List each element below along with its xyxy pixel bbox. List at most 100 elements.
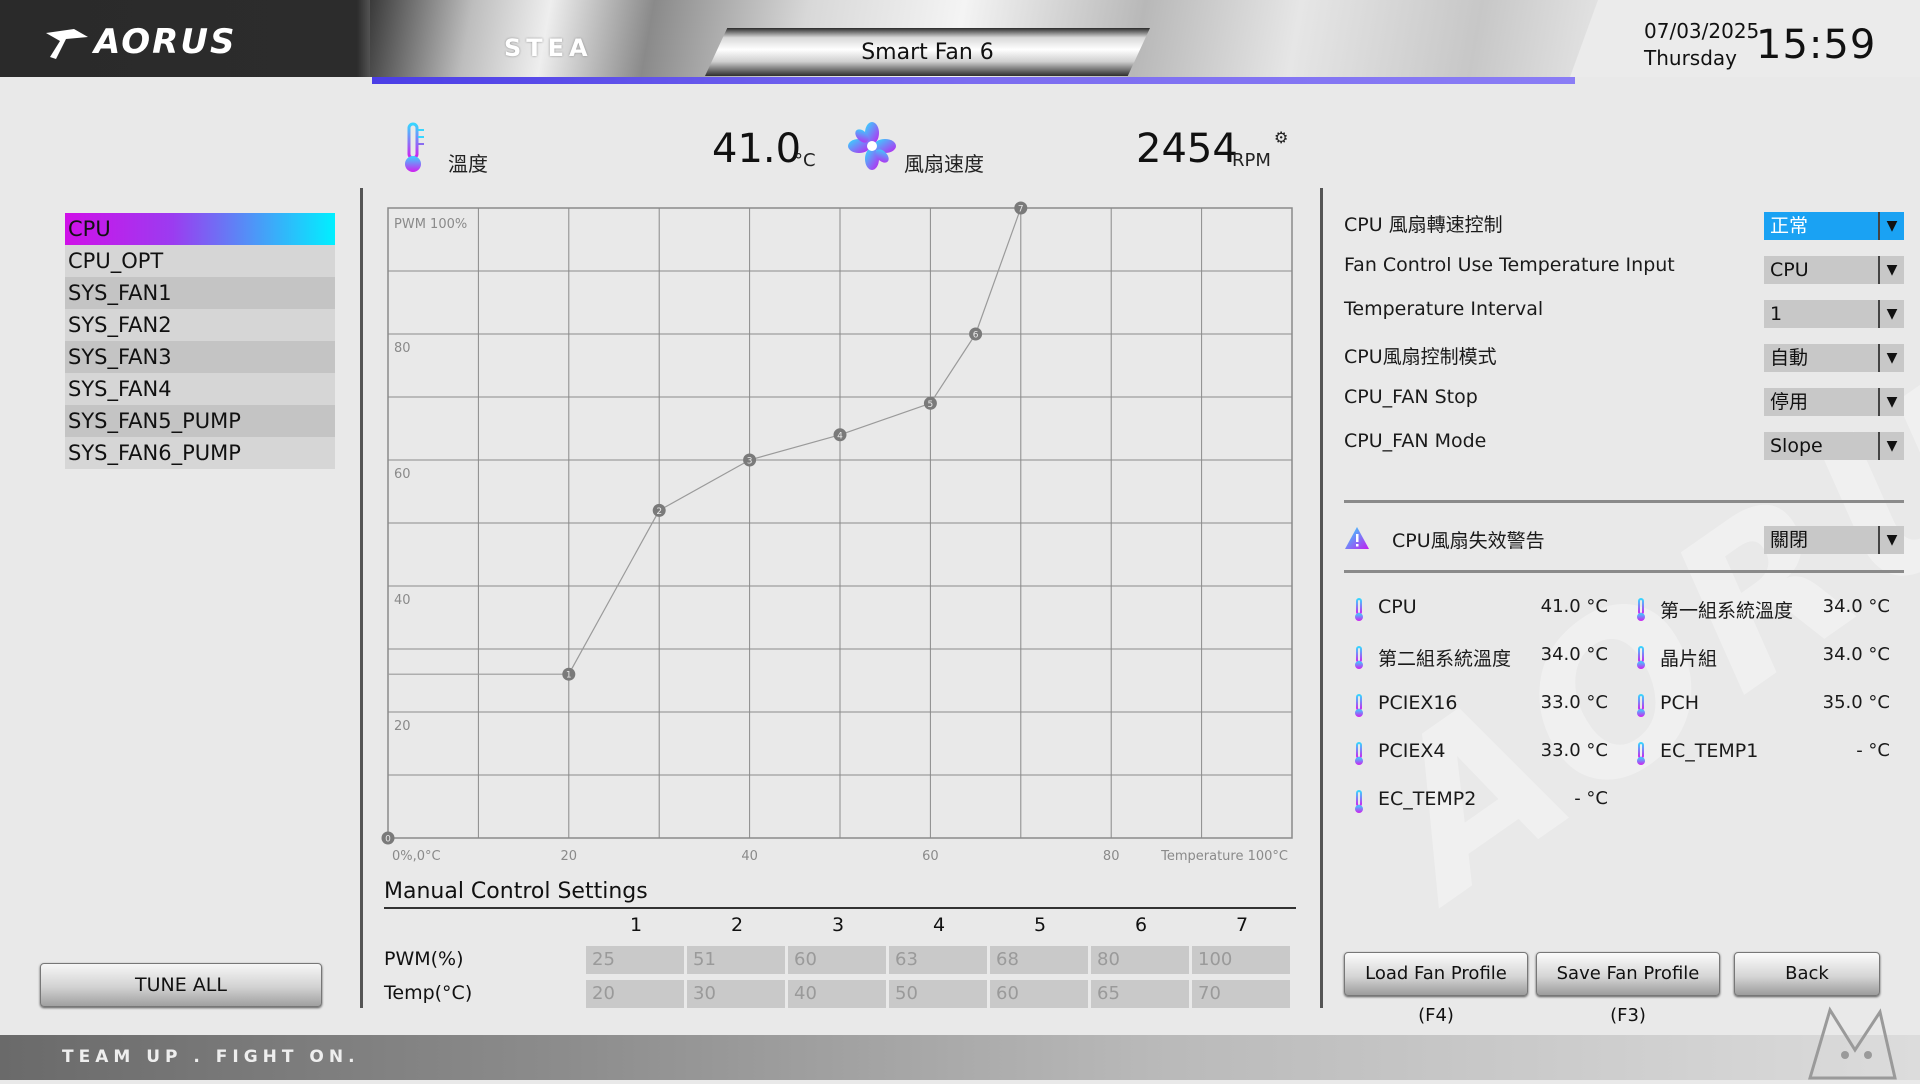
tab-title: Smart Fan 6 xyxy=(861,40,994,65)
temp-input[interactable]: 50 xyxy=(889,980,987,1008)
save-fan-profile-button[interactable]: Save Fan Profile (F3) xyxy=(1536,952,1720,1026)
temp-input[interactable]: 20 xyxy=(586,980,684,1008)
thermometer-icon xyxy=(1634,598,1648,626)
footer-slogan: TEAM UP . FIGHT ON. xyxy=(62,1047,360,1067)
fan-list-item[interactable]: SYS_FAN3 xyxy=(65,341,335,373)
column-header: 1 xyxy=(629,914,643,936)
tune-all-button[interactable]: TUNE ALL xyxy=(40,963,322,1007)
thermometer-icon xyxy=(398,122,428,178)
setting-value: Slope xyxy=(1770,435,1823,457)
temp-sensor-value: 35.0 °C xyxy=(1822,692,1890,713)
fan-curve-chart[interactable]: 0 1 2 3 4 5 6 7 20 40 60 80 PWM 100% 20 40 60 80 0%,0°C T… xyxy=(380,200,1300,870)
temp-sensor-name: PCIEX4 xyxy=(1378,740,1446,762)
chevron-down-icon: ▼ xyxy=(1878,526,1904,554)
temp-sensor-name: 晶片組 xyxy=(1660,648,1718,670)
setting-dropdown[interactable]: CPU ▼ xyxy=(1764,256,1904,284)
aorus-logo: AORUS xyxy=(44,22,236,62)
y-tick-label: 60 xyxy=(394,467,411,482)
pwm-input[interactable]: 100 xyxy=(1192,946,1290,974)
load-fan-profile-button[interactable]: Load Fan Profile (F4) xyxy=(1344,952,1528,1026)
header-accent-bar xyxy=(372,77,1575,84)
temp-input[interactable]: 40 xyxy=(788,980,886,1008)
fan-list-item[interactable]: SYS_FAN1 xyxy=(65,277,335,309)
fan-list: CPU CPU_OPT SYS_FAN1 SYS_FAN2 SYS_FAN3 SYS_FA… xyxy=(65,213,335,469)
back-button[interactable]: Back xyxy=(1734,952,1880,996)
eagle-icon xyxy=(46,28,88,59)
x-axis-label: Temperature 100°C xyxy=(1160,849,1288,864)
clock: 15:59 xyxy=(1756,22,1877,68)
setting-dropdown[interactable]: 正常 ▼ xyxy=(1764,212,1904,240)
x-tick-label: 20 xyxy=(561,849,578,864)
temp-input[interactable]: 70 xyxy=(1192,980,1290,1008)
setting-value: 1 xyxy=(1770,303,1783,325)
date-text: 07/03/2025 xyxy=(1644,19,1760,43)
chevron-down-icon: ▼ xyxy=(1878,432,1904,460)
column-header: 3 xyxy=(831,914,845,936)
thermometer-icon xyxy=(1352,790,1366,818)
fan-speed-label: 風扇速度 xyxy=(904,152,984,176)
fan-list-item[interactable]: CPU_OPT xyxy=(65,245,335,277)
pwm-input[interactable]: 68 xyxy=(990,946,1088,974)
fan-list-item[interactable]: SYS_FAN6_PUMP xyxy=(65,437,335,469)
setting-dropdown[interactable]: 自動 ▼ xyxy=(1764,344,1904,372)
temp-input[interactable]: 30 xyxy=(687,980,785,1008)
y-tick-label: 40 xyxy=(394,593,411,608)
origin-label: 0%,0°C xyxy=(392,849,441,864)
curve-point-label: 3 xyxy=(747,457,753,467)
y-axis-label: PWM 100% xyxy=(394,217,467,232)
temp-sensor-name: EC_TEMP1 xyxy=(1660,740,1759,762)
temp-sensor-name: EC_TEMP2 xyxy=(1378,788,1477,810)
fan-list-item[interactable]: SYS_FAN2 xyxy=(65,309,335,341)
thermometer-icon xyxy=(1634,742,1648,770)
logo-text: AORUS xyxy=(94,22,237,62)
setting-dropdown[interactable]: 1 ▼ xyxy=(1764,300,1904,328)
temp-input[interactable]: 60 xyxy=(990,980,1088,1008)
chevron-down-icon: ▼ xyxy=(1878,300,1904,328)
y-tick-label: 80 xyxy=(394,341,411,356)
pwm-row-label: PWM(%) xyxy=(384,948,464,970)
pwm-input[interactable]: 25 xyxy=(586,946,684,974)
temp-sensor-name: CPU xyxy=(1378,596,1417,618)
thermometer-icon xyxy=(1634,694,1648,722)
pwm-input[interactable]: 51 xyxy=(687,946,785,974)
mascot-icon xyxy=(1800,1000,1900,1084)
temp-sensor-name: PCH xyxy=(1660,692,1700,714)
curve-point-label: 5 xyxy=(928,400,934,410)
fan-speed-value: 2454 xyxy=(1136,126,1238,172)
setting-label: CPU_FAN Mode xyxy=(1344,430,1487,452)
setting-dropdown[interactable]: 停用 ▼ xyxy=(1764,388,1904,416)
column-header: 7 xyxy=(1235,914,1249,936)
chevron-down-icon: ▼ xyxy=(1878,344,1904,372)
temp-row-label: Temp(°C) xyxy=(384,982,473,1004)
fan-speed-unit: RPM xyxy=(1232,150,1271,171)
temp-input[interactable]: 65 xyxy=(1091,980,1189,1008)
manual-control-title: Manual Control Settings xyxy=(384,879,648,904)
x-tick-label: 40 xyxy=(741,849,758,864)
temp-sensor-name: 第二組系統溫度 xyxy=(1378,648,1512,670)
setting-label: CPU_FAN Stop xyxy=(1344,386,1478,408)
pwm-input[interactable]: 60 xyxy=(788,946,886,974)
thermometer-icon xyxy=(1352,694,1366,722)
fan-list-item[interactable]: SYS_FAN4 xyxy=(65,373,335,405)
setting-dropdown[interactable]: Slope ▼ xyxy=(1764,432,1904,460)
chevron-down-icon: ▼ xyxy=(1878,388,1904,416)
gear-icon[interactable]: ⚙ xyxy=(1274,128,1288,147)
curve-point-label: 1 xyxy=(566,671,572,681)
temp-sensor-value: 33.0 °C xyxy=(1540,740,1608,761)
thermometer-icon xyxy=(1352,646,1366,674)
column-header: 2 xyxy=(730,914,744,936)
temperature-label: 溫度 xyxy=(448,152,488,176)
temp-sensor-value: 34.0 °C xyxy=(1822,644,1890,665)
column-header: 6 xyxy=(1134,914,1148,936)
curve-point-label: 0 xyxy=(385,835,391,845)
fan-list-item[interactable]: CPU xyxy=(65,213,335,245)
pwm-input[interactable]: 80 xyxy=(1091,946,1189,974)
thermometer-icon xyxy=(1352,742,1366,770)
fan-list-item[interactable]: SYS_FAN5_PUMP xyxy=(65,405,335,437)
fan-fail-warning-dropdown[interactable]: 關閉 ▼ xyxy=(1764,526,1904,554)
fan-icon xyxy=(848,122,896,174)
temp-sensor-value: - °C xyxy=(1574,788,1608,809)
curve-segment xyxy=(929,333,977,404)
setting-label: Temperature Interval xyxy=(1344,298,1544,320)
pwm-input[interactable]: 63 xyxy=(889,946,987,974)
